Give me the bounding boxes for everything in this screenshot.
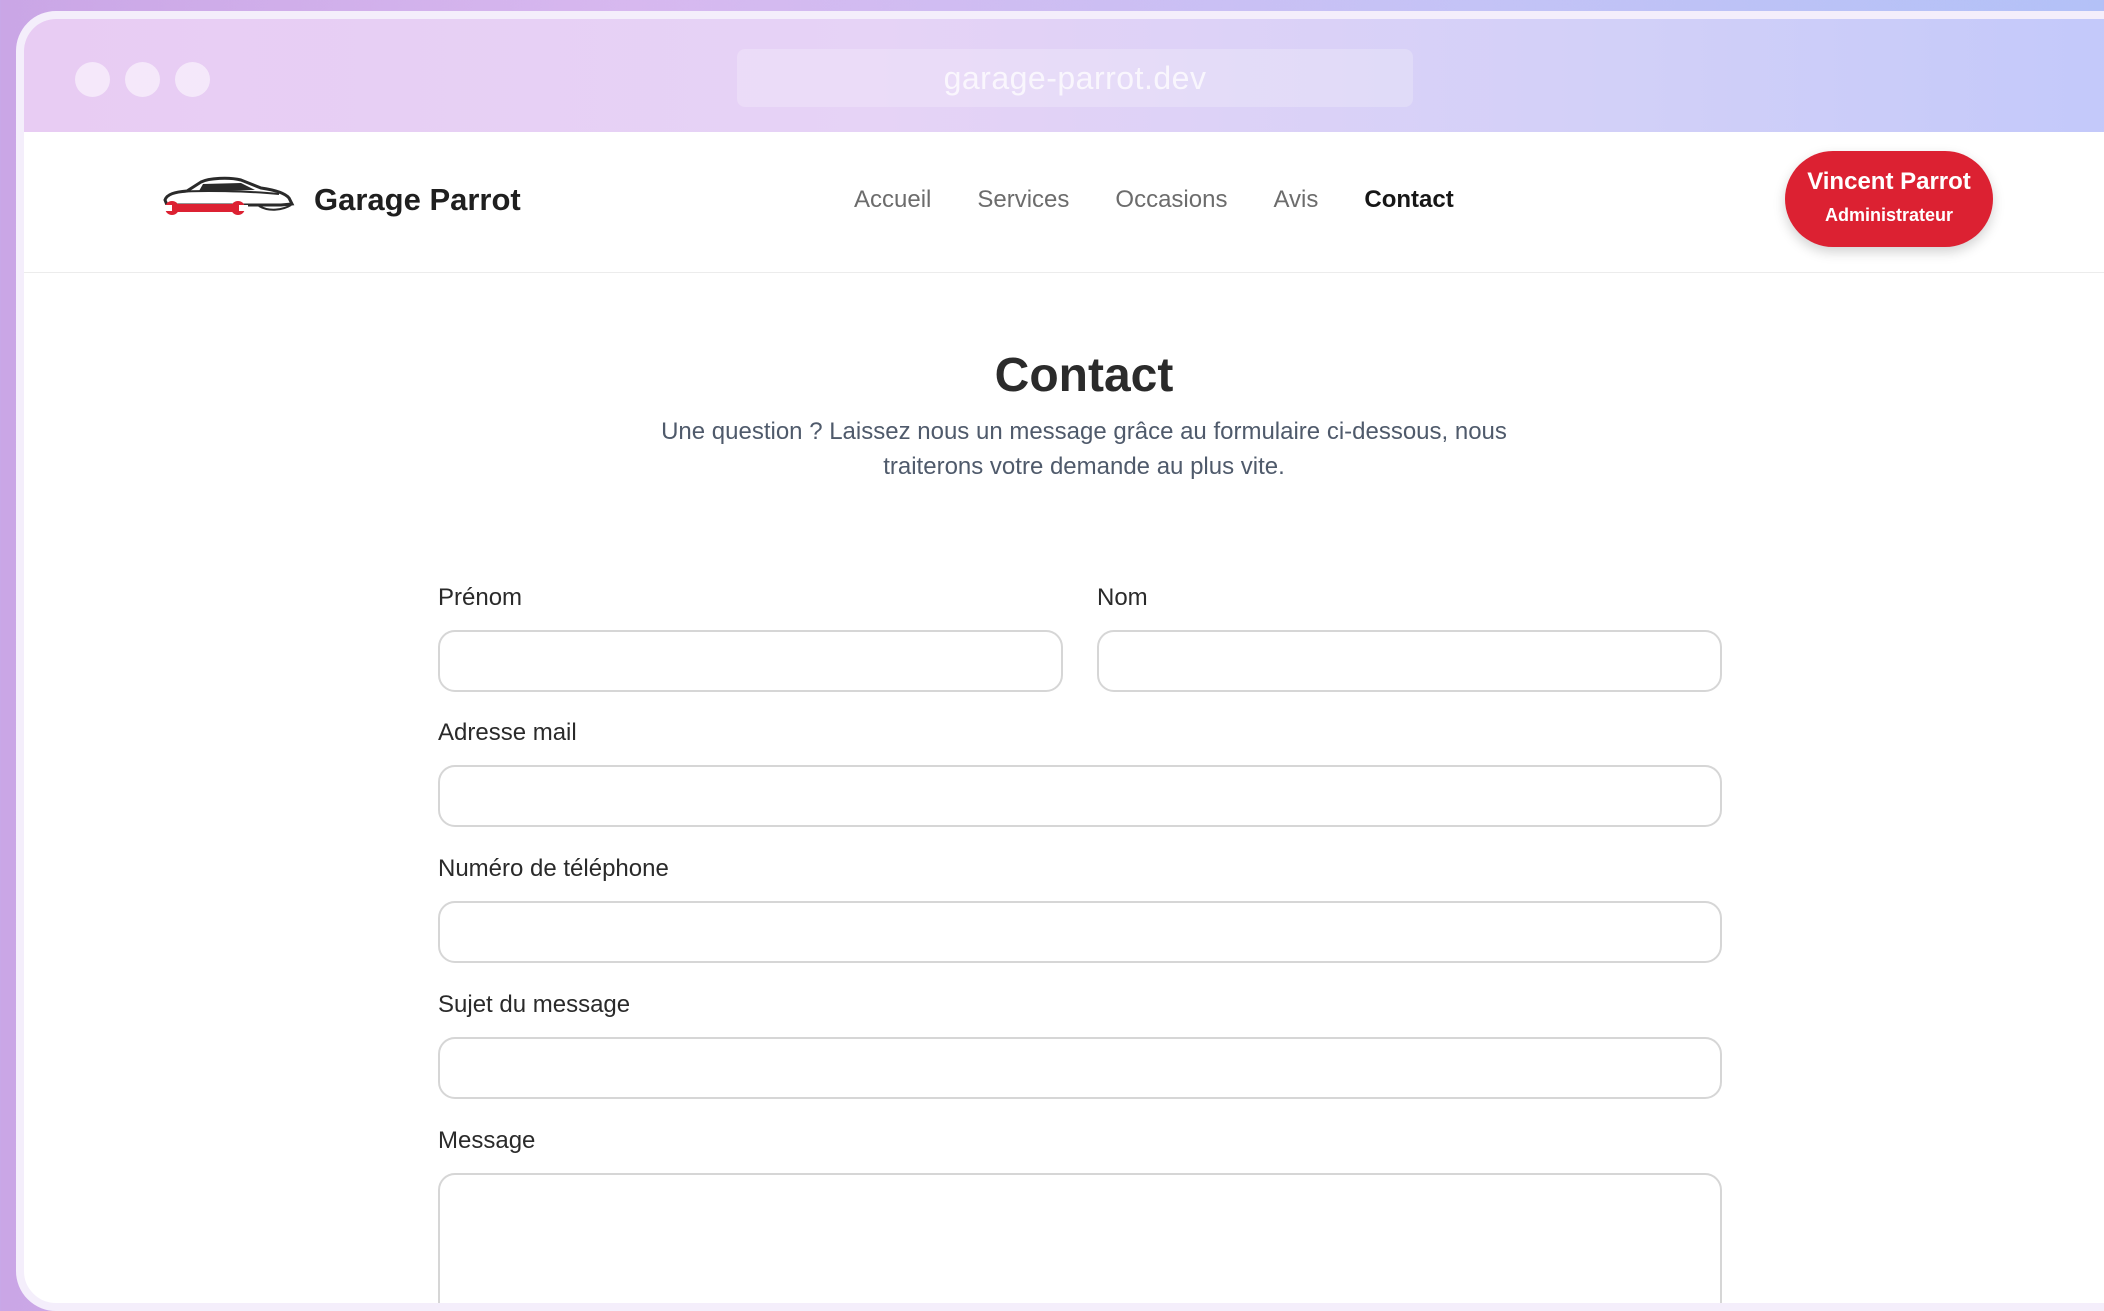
- subject-label: Sujet du message: [438, 991, 631, 1018]
- page-subtitle: Une question ? Laissez nous un message g…: [624, 414, 1544, 484]
- user-name: Vincent Parrot: [1807, 168, 1971, 195]
- lastname-label: Nom: [1097, 584, 1148, 611]
- nav-item-contact[interactable]: Contact: [1364, 186, 1453, 214]
- page-subtitle-line-2: traiterons votre demande au plus vite.: [883, 453, 1285, 480]
- subject-input[interactable]: [438, 1037, 1722, 1099]
- user-role: Administrateur: [1824, 205, 1954, 225]
- nav-item-accueil[interactable]: Accueil: [854, 186, 931, 214]
- email-input[interactable]: [438, 765, 1722, 827]
- nav-item-occasions[interactable]: Occasions: [1115, 186, 1227, 214]
- message-textarea[interactable]: [438, 1173, 1722, 1303]
- nav-item-services[interactable]: Services: [977, 186, 1069, 214]
- firstname-label: Prénom: [438, 584, 523, 611]
- main-nav: Accueil Services Occasions Avis Contact: [854, 186, 1500, 214]
- page-title: Contact: [994, 349, 1174, 402]
- firstname-input[interactable]: [438, 630, 1063, 692]
- message-label: Message: [438, 1127, 536, 1154]
- nav-item-avis[interactable]: Avis: [1273, 186, 1318, 214]
- user-menu-button[interactable]: Vincent Parrot Administrateur: [1785, 151, 1993, 247]
- site-header: Garage Parrot Accueil Services Occasions…: [24, 132, 2104, 273]
- brand-name[interactable]: Garage Parrot: [314, 182, 521, 218]
- car-wrench-logo-icon[interactable]: [159, 174, 295, 220]
- window-close-button[interactable]: [75, 62, 110, 97]
- browser-titlebar: garage-parrot.dev: [24, 19, 2104, 132]
- email-label: Adresse mail: [438, 719, 577, 746]
- page-subtitle-line-1: Une question ? Laissez nous un message g…: [661, 418, 1507, 445]
- window-maximize-button[interactable]: [175, 62, 210, 97]
- window-minimize-button[interactable]: [125, 62, 160, 97]
- phone-label: Numéro de téléphone: [438, 855, 669, 882]
- lastname-input[interactable]: [1097, 630, 1722, 692]
- phone-input[interactable]: [438, 901, 1722, 963]
- address-bar[interactable]: garage-parrot.dev: [737, 49, 1413, 107]
- browser-window: garage-parrot.dev Garage Parrot Accueil …: [16, 11, 2104, 1311]
